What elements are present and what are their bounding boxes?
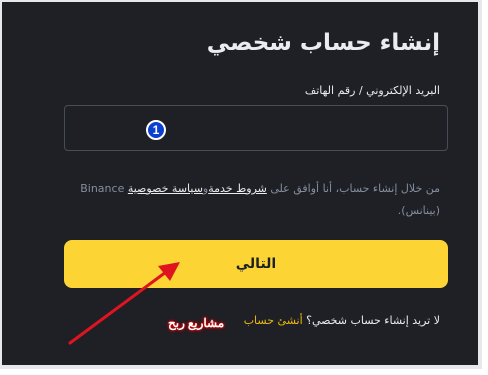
terms-prefix: من خلال إنشاء حساب، أنا أوافق على	[270, 182, 440, 195]
terms-text: من خلال إنشاء حساب، أنا أوافق على شروط خ…	[70, 178, 440, 222]
page-title: إنشاء حساب شخصي	[206, 30, 440, 56]
terms-of-service-link[interactable]: شروط خدمة	[208, 182, 267, 195]
next-button[interactable]: التالي	[64, 240, 448, 288]
watermark-logo: مشاريع ربح	[168, 316, 225, 330]
footer-question: لا تريد إنشاء حساب شخصي؟	[306, 314, 440, 327]
privacy-policy-link[interactable]: سياسة خصوصية	[128, 182, 203, 195]
footer-text: لا تريد إنشاء حساب شخصي؟ أنشئ حساب	[244, 314, 440, 327]
email-phone-label: البريد الإلكتروني / رقم الهاتف	[304, 84, 440, 97]
signup-panel: إنشاء حساب شخصي البريد الإلكتروني / رقم …	[0, 0, 482, 369]
step-number-badge: 1	[146, 120, 166, 140]
create-account-link[interactable]: أنشئ حساب	[244, 314, 303, 327]
email-phone-input[interactable]	[64, 105, 448, 151]
